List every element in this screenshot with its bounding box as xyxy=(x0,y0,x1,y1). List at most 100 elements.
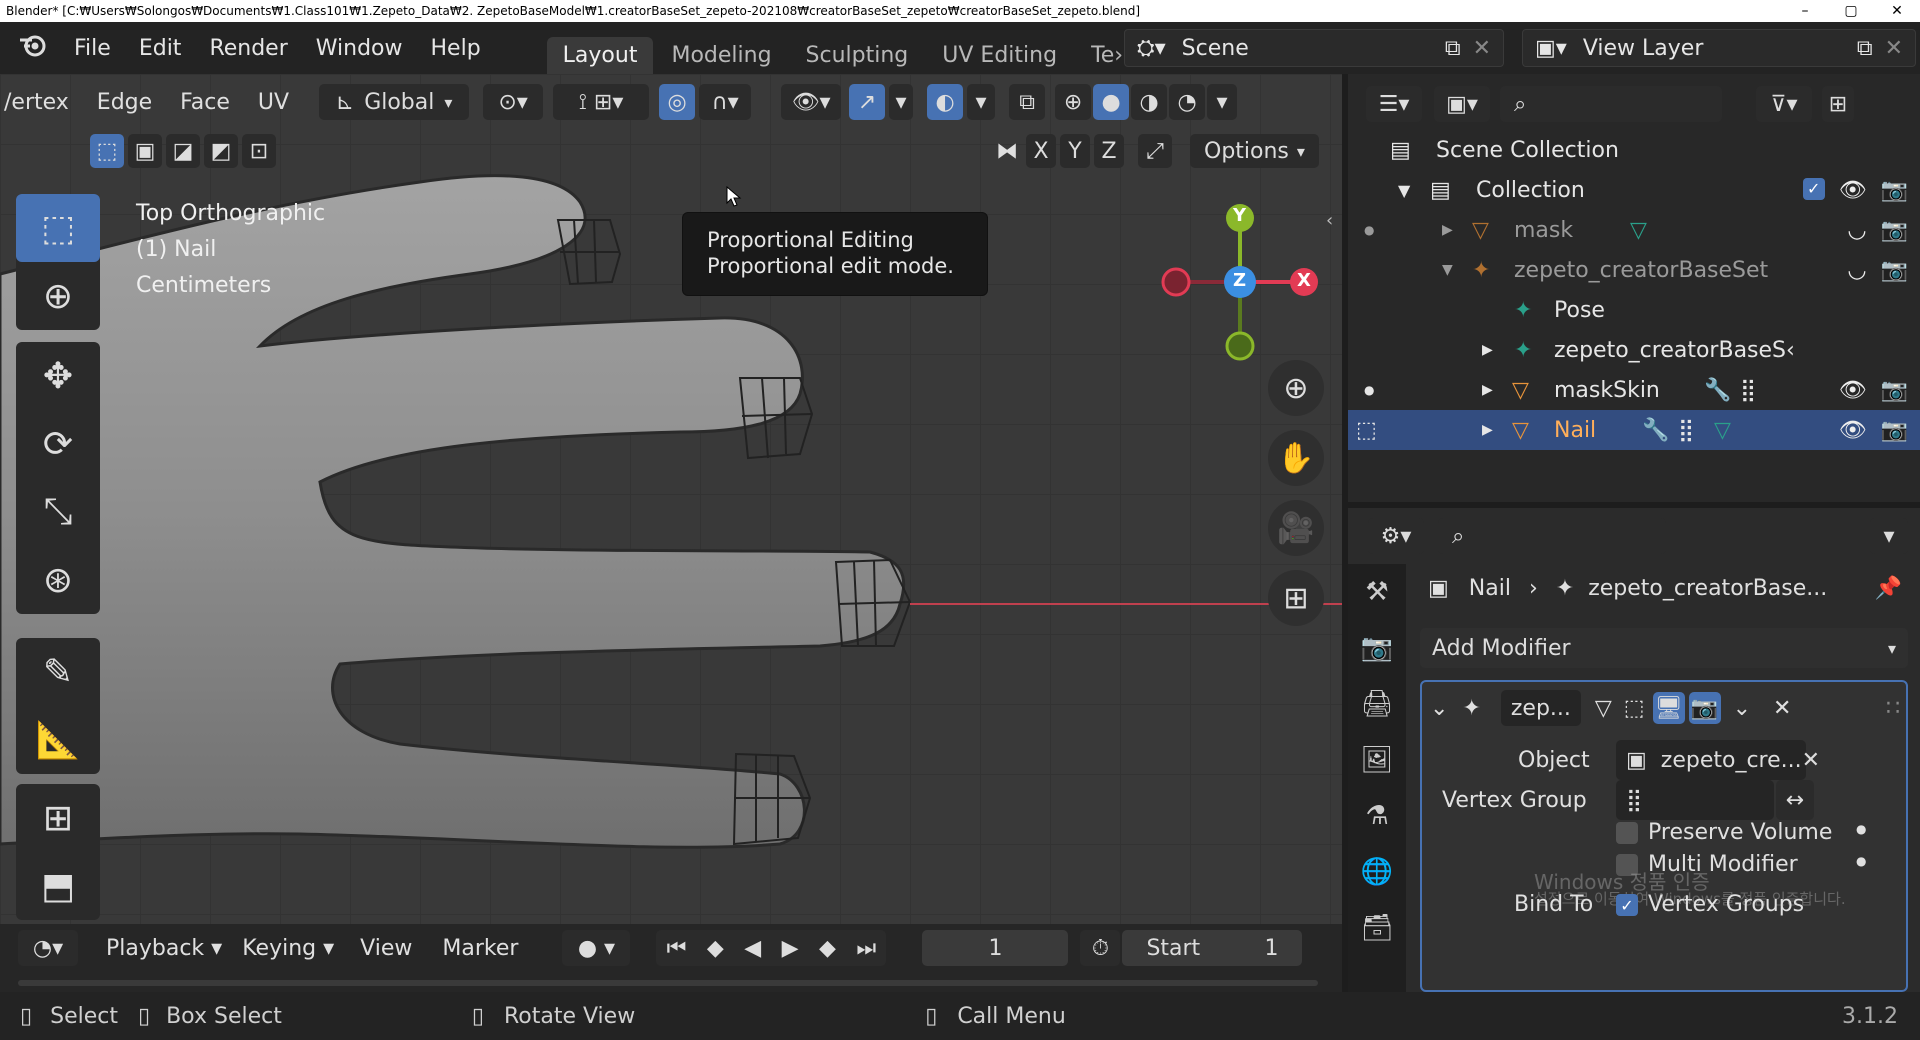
select-subtract-icon[interactable]: ◪ xyxy=(166,134,200,168)
chevron-right-icon[interactable]: ▶ xyxy=(1482,342,1493,358)
scene-tab-icon[interactable]: ⚗ xyxy=(1348,788,1406,844)
falloff-icon[interactable]: ∩▾ xyxy=(699,84,752,120)
camera-icon[interactable]: 📷 xyxy=(1881,378,1908,403)
menu-view[interactable]: View xyxy=(360,936,412,961)
outliner-editor-type-icon[interactable]: ☰▾ xyxy=(1366,86,1422,122)
camera-icon[interactable]: 📷 xyxy=(1881,258,1908,283)
keyframe-dot-icon[interactable]: ● xyxy=(1856,854,1866,868)
timeline-scrollbar[interactable] xyxy=(18,980,1318,986)
invert-vertex-group-icon[interactable]: ↔ xyxy=(1776,780,1814,820)
on-cage-icon[interactable]: ⬚ xyxy=(1624,696,1645,721)
minimize-button[interactable]: – xyxy=(1782,0,1828,22)
auto-merge-icon[interactable]: ⤢ xyxy=(1138,134,1172,168)
menu-marker[interactable]: Marker xyxy=(442,936,518,961)
menu-playback[interactable]: Playback ▾ xyxy=(106,936,222,961)
show-render-icon[interactable]: 📷 xyxy=(1688,692,1721,724)
show-viewport-icon[interactable]: 🖥 xyxy=(1652,692,1685,724)
outliner-row-scene-collection[interactable]: ▤ Scene Collection xyxy=(1348,130,1920,170)
add-cube-tool-icon[interactable]: ⊞ xyxy=(16,784,100,852)
eye-closed-icon[interactable]: ◡ xyxy=(1847,218,1866,243)
display-mode-icon[interactable]: ▣▾ xyxy=(1434,86,1490,122)
zoom-icon[interactable]: ⊕ xyxy=(1268,360,1324,416)
world-tab-icon[interactable]: 🌐 xyxy=(1348,844,1406,900)
object-field[interactable]: ▣ zepeto_cre... ✕ xyxy=(1616,740,1820,780)
chevron-right-icon[interactable]: ▶ xyxy=(1442,222,1453,238)
axis-x-toggle[interactable]: X xyxy=(1026,134,1056,168)
eye-icon[interactable]: 👁 xyxy=(1839,418,1867,443)
properties-editor-type-icon[interactable]: ⚙▾ xyxy=(1368,518,1424,554)
drag-handle-icon[interactable]: ∷ xyxy=(1886,696,1900,721)
eye-closed-icon[interactable]: ◡ xyxy=(1847,258,1866,283)
start-frame-field[interactable]: Start 1 xyxy=(1122,930,1303,966)
properties-search-input[interactable]: ⌕ xyxy=(1438,518,1666,554)
remove-modifier-icon[interactable]: ✕ xyxy=(1773,696,1791,721)
solid-shading-icon[interactable]: ● xyxy=(1093,84,1130,120)
view-layer-tab-icon[interactable]: 🖼 xyxy=(1348,732,1406,788)
select-box-tool-icon[interactable]: ⬚ xyxy=(16,194,100,262)
view-layer-selector[interactable]: ▣▾ View Layer ⧉ ✕ xyxy=(1522,29,1916,67)
record-keyframe-icon[interactable]: ● ▾ xyxy=(562,930,631,966)
toggle-ortho-grid-icon[interactable]: ⊞ xyxy=(1268,570,1324,626)
tab-layout[interactable]: Layout xyxy=(546,37,654,74)
outliner-row-mask[interactable]: ● ▶ ▽ mask ▽ ◡ 📷 xyxy=(1348,210,1920,250)
outliner-search-input[interactable]: ⌕ xyxy=(1500,86,1722,122)
output-tab-icon[interactable]: 🖨 xyxy=(1348,676,1406,732)
preview-range-clock-icon[interactable]: ⏱ xyxy=(1080,930,1121,966)
menu-help[interactable]: Help xyxy=(417,36,495,61)
vertex-group-field[interactable]: ⣿ xyxy=(1616,780,1774,820)
render-tab-icon[interactable]: 📷 xyxy=(1348,620,1406,676)
new-view-layer-icon[interactable]: ⧉ xyxy=(1857,36,1873,61)
menu-edit[interactable]: Edit xyxy=(125,36,196,61)
xray-icon[interactable]: ⧉ xyxy=(1009,84,1046,120)
outliner-row-pose[interactable]: ✦ Pose xyxy=(1348,290,1920,330)
pan-hand-icon[interactable]: ✋ xyxy=(1268,430,1324,486)
outliner-row-maskskin[interactable]: ● ▶ ▽ maskSkin 🔧 ⣿ 👁 📷 xyxy=(1348,370,1920,410)
transform-tool-icon[interactable]: ⊛ xyxy=(16,546,100,614)
tab-modeling[interactable]: Modeling xyxy=(655,37,787,74)
editor-type-clock-icon[interactable]: ◔▾ xyxy=(18,930,78,966)
axis-z-toggle[interactable]: Z xyxy=(1094,134,1124,168)
move-tool-icon[interactable]: ✥ xyxy=(16,342,100,410)
vertex-groups-checkbox[interactable]: ✓ xyxy=(1616,894,1638,916)
annotate-tool-icon[interactable]: ✎ xyxy=(16,638,100,706)
tab-sculpting[interactable]: Sculpting xyxy=(790,37,925,74)
play-reverse-icon[interactable]: ◀ xyxy=(744,936,761,961)
outliner-row-armature[interactable]: ▼ ✦ zepeto_creatorBaseSet ◡ 📷 xyxy=(1348,250,1920,290)
select-new-icon[interactable]: ⬚ xyxy=(90,134,124,168)
extrude-tool-icon[interactable]: ⬒ xyxy=(16,852,100,920)
menu-vertex[interactable]: /ertex xyxy=(4,90,69,115)
eye-icon[interactable]: 👁 xyxy=(1839,378,1867,403)
axis-y-toggle[interactable]: Y xyxy=(1060,134,1090,168)
edit-mode-cage-icon[interactable]: ▽ xyxy=(1595,696,1612,721)
transform-orientation-dropdown[interactable]: ⊾ Global ▾ xyxy=(319,84,470,120)
delete-view-layer-icon[interactable]: ✕ xyxy=(1885,36,1903,61)
delete-scene-icon[interactable]: ✕ xyxy=(1473,36,1491,61)
3d-viewport[interactable]: /ertex Edge Face UV ⊾ Global ▾ ⊙▾ ⟟ ⊞▾ ◎… xyxy=(0,74,1342,924)
blender-logo-icon[interactable] xyxy=(18,30,48,66)
menu-face[interactable]: Face xyxy=(180,90,230,115)
prev-keyframe-icon[interactable]: ◆ xyxy=(707,936,724,961)
chevron-down-icon[interactable]: ⌄ xyxy=(1430,696,1448,721)
eye-icon[interactable]: 👁 xyxy=(1839,178,1867,203)
menu-uv[interactable]: UV xyxy=(258,90,289,115)
exclude-checkbox[interactable]: ✓ xyxy=(1802,177,1825,200)
modifier-name-input[interactable]: zep... xyxy=(1500,690,1581,726)
chevron-right-icon[interactable]: ▶ xyxy=(1482,382,1493,398)
outliner-row-collection[interactable]: ▼ ▤ Collection ✓ 👁 📷 xyxy=(1348,170,1920,210)
menu-render[interactable]: Render xyxy=(195,36,301,61)
shading-dropdown-icon[interactable]: ▾ xyxy=(1207,84,1238,120)
options-dropdown[interactable]: Options ▾ xyxy=(1190,134,1319,168)
scene-selector[interactable]: ⛭▾ Scene ⧉ ✕ xyxy=(1124,29,1504,67)
rotate-tool-icon[interactable]: ⟳ xyxy=(16,410,100,478)
rendered-shading-icon[interactable]: ◔ xyxy=(1169,84,1206,120)
jump-start-icon[interactable]: ⏮ xyxy=(667,936,687,961)
maximize-button[interactable]: ▢ xyxy=(1828,0,1874,22)
tab-uv-editing[interactable]: UV Editing xyxy=(926,37,1073,74)
properties-options-icon[interactable]: ▾ xyxy=(1870,518,1908,554)
tool-tab-icon[interactable]: ⚒ xyxy=(1348,564,1406,620)
add-modifier-dropdown[interactable]: Add Modifier ▾ xyxy=(1420,628,1908,668)
chevron-down-icon[interactable]: ▼ xyxy=(1442,262,1453,278)
cursor-tool-icon[interactable]: ⊕ xyxy=(16,262,100,330)
menu-edge[interactable]: Edge xyxy=(97,90,152,115)
gizmo-icon[interactable]: ↗ xyxy=(849,84,886,120)
